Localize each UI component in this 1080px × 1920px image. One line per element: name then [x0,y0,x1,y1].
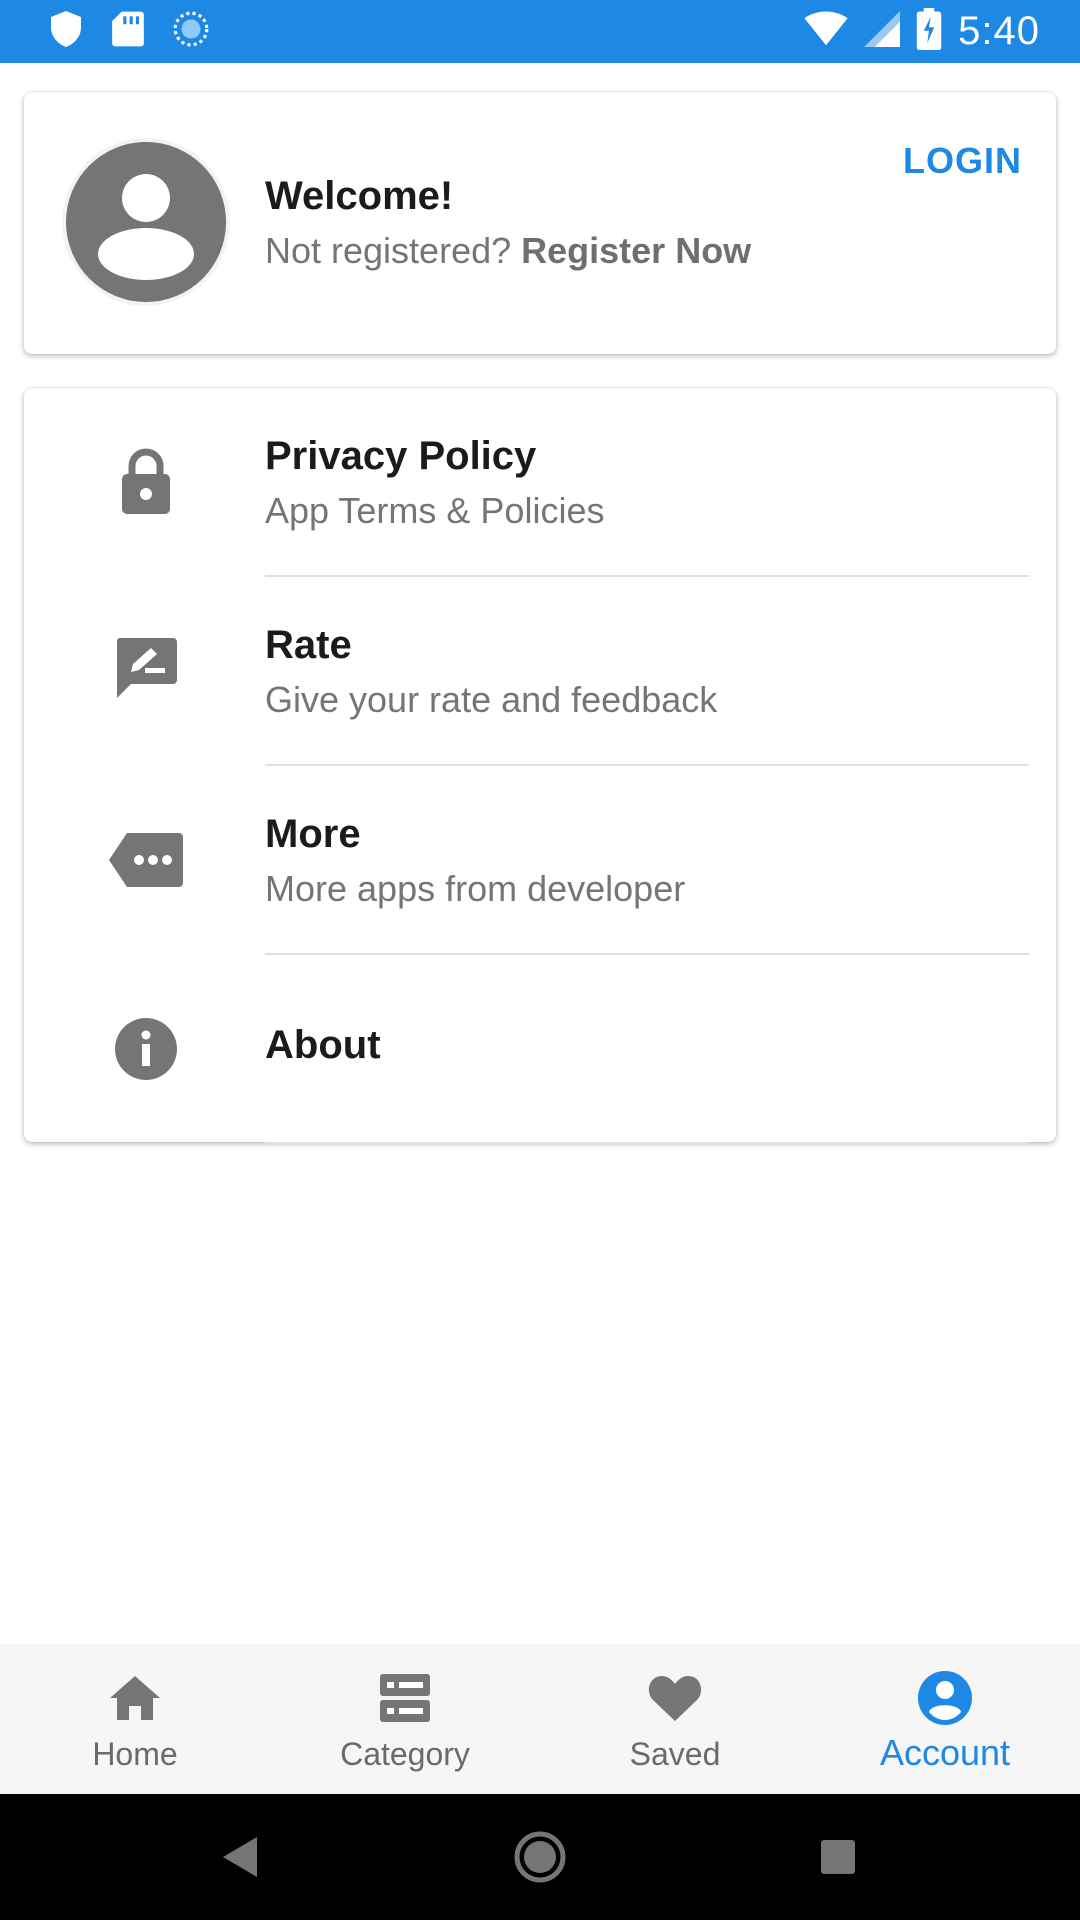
rate-review-icon [106,627,186,707]
menu-item-more[interactable]: More More apps from developer [24,766,1056,955]
wifi-icon [804,10,848,52]
menu-item-rate[interactable]: Rate Give your rate and feedback [24,577,1056,766]
home-circle-icon[interactable] [507,1824,573,1890]
menu-item-privacy-policy[interactable]: Privacy Policy App Terms & Policies [24,388,1056,577]
battery-charging-icon [916,7,942,55]
profile-card: Welcome! Not registered? Register Now LOG… [24,92,1056,354]
nav-label: Saved [629,1736,721,1772]
heart-icon [640,1668,710,1728]
menu-card: Privacy Policy App Terms & Policies Rate… [24,388,1056,1144]
system-navigation-bar [0,1794,1080,1920]
sync-icon [172,10,210,53]
shield-icon [48,9,84,54]
welcome-title: Welcome! [265,174,454,218]
menu-item-title: More [265,812,361,856]
account-icon [910,1668,980,1728]
info-icon [106,1009,186,1089]
not-registered-text: Not registered? [265,230,512,271]
back-icon[interactable] [208,1824,274,1890]
nav-item-account[interactable]: Account [810,1644,1080,1794]
nav-label: Account [879,1732,1011,1773]
lock-icon [106,442,186,522]
account-circle-icon [66,142,226,302]
menu-item-subtitle: More apps from developer [265,868,686,909]
nav-item-home[interactable]: Home [0,1644,270,1794]
menu-item-title: Rate [265,623,352,667]
signal-icon [864,10,901,52]
menu-item-subtitle: Give your rate and feedback [265,679,718,720]
nav-item-saved[interactable]: Saved [540,1644,810,1794]
menu-item-title: About [265,1023,381,1067]
status-bar-right: 5:40 [804,7,1040,55]
nav-label: Category [340,1736,470,1772]
register-now-link[interactable]: Register Now [521,230,751,271]
status-bar: 5:40 [0,0,1080,63]
more-label-icon [106,820,186,900]
nav-item-category[interactable]: Category [270,1644,540,1794]
welcome-subtitle: Not registered? Register Now [265,230,751,272]
menu-item-title: Privacy Policy [265,434,537,478]
status-bar-left [48,10,210,52]
home-icon [100,1668,170,1728]
menu-item-subtitle: App Terms & Policies [265,490,605,531]
nav-label: Home [92,1736,178,1772]
sd-card-icon [112,10,144,53]
category-icon [370,1668,440,1728]
divider [265,1142,1029,1144]
bottom-navigation: Home Category Saved Account [0,1644,1080,1794]
recents-icon[interactable] [805,1824,871,1890]
status-time: 5:40 [958,8,1040,53]
login-button[interactable]: LOGIN [903,140,1022,182]
menu-item-about[interactable]: About [24,955,1056,1144]
